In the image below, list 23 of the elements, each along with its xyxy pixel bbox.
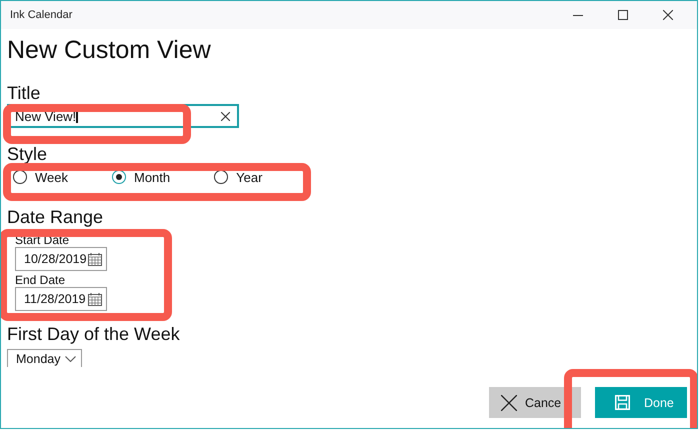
title-label: Title [7,83,40,103]
calendar-icon [88,292,102,306]
date-picker[interactable]: 11/28/2019 [15,287,107,311]
page-heading: New Custom View [7,35,211,65]
style-label: Style [7,144,48,164]
weekday-dropdown[interactable]: Monday [7,349,82,367]
date-label: End Date [15,273,66,287]
close-icon[interactable] [663,10,673,20]
close-icon [501,394,517,410]
radio-button[interactable]: Week [13,168,68,186]
date-picker[interactable]: 10/28/2019 [15,247,107,271]
cancel-button[interactable]: Cance [489,387,581,418]
clear-icon[interactable] [221,112,230,121]
calendar-icon [88,252,102,266]
radio-button[interactable]: Month [112,168,170,186]
radio-button[interactable]: Year [214,168,262,186]
chevron-down-icon [65,356,76,362]
title-input[interactable]: New View! [7,104,239,128]
window-title: Ink Calendar [10,9,72,21]
maximize-icon[interactable] [618,10,628,20]
save-icon [615,395,630,410]
date-range-label: Date Range [7,207,104,227]
first-day-label: First Day of the Week [7,324,180,344]
